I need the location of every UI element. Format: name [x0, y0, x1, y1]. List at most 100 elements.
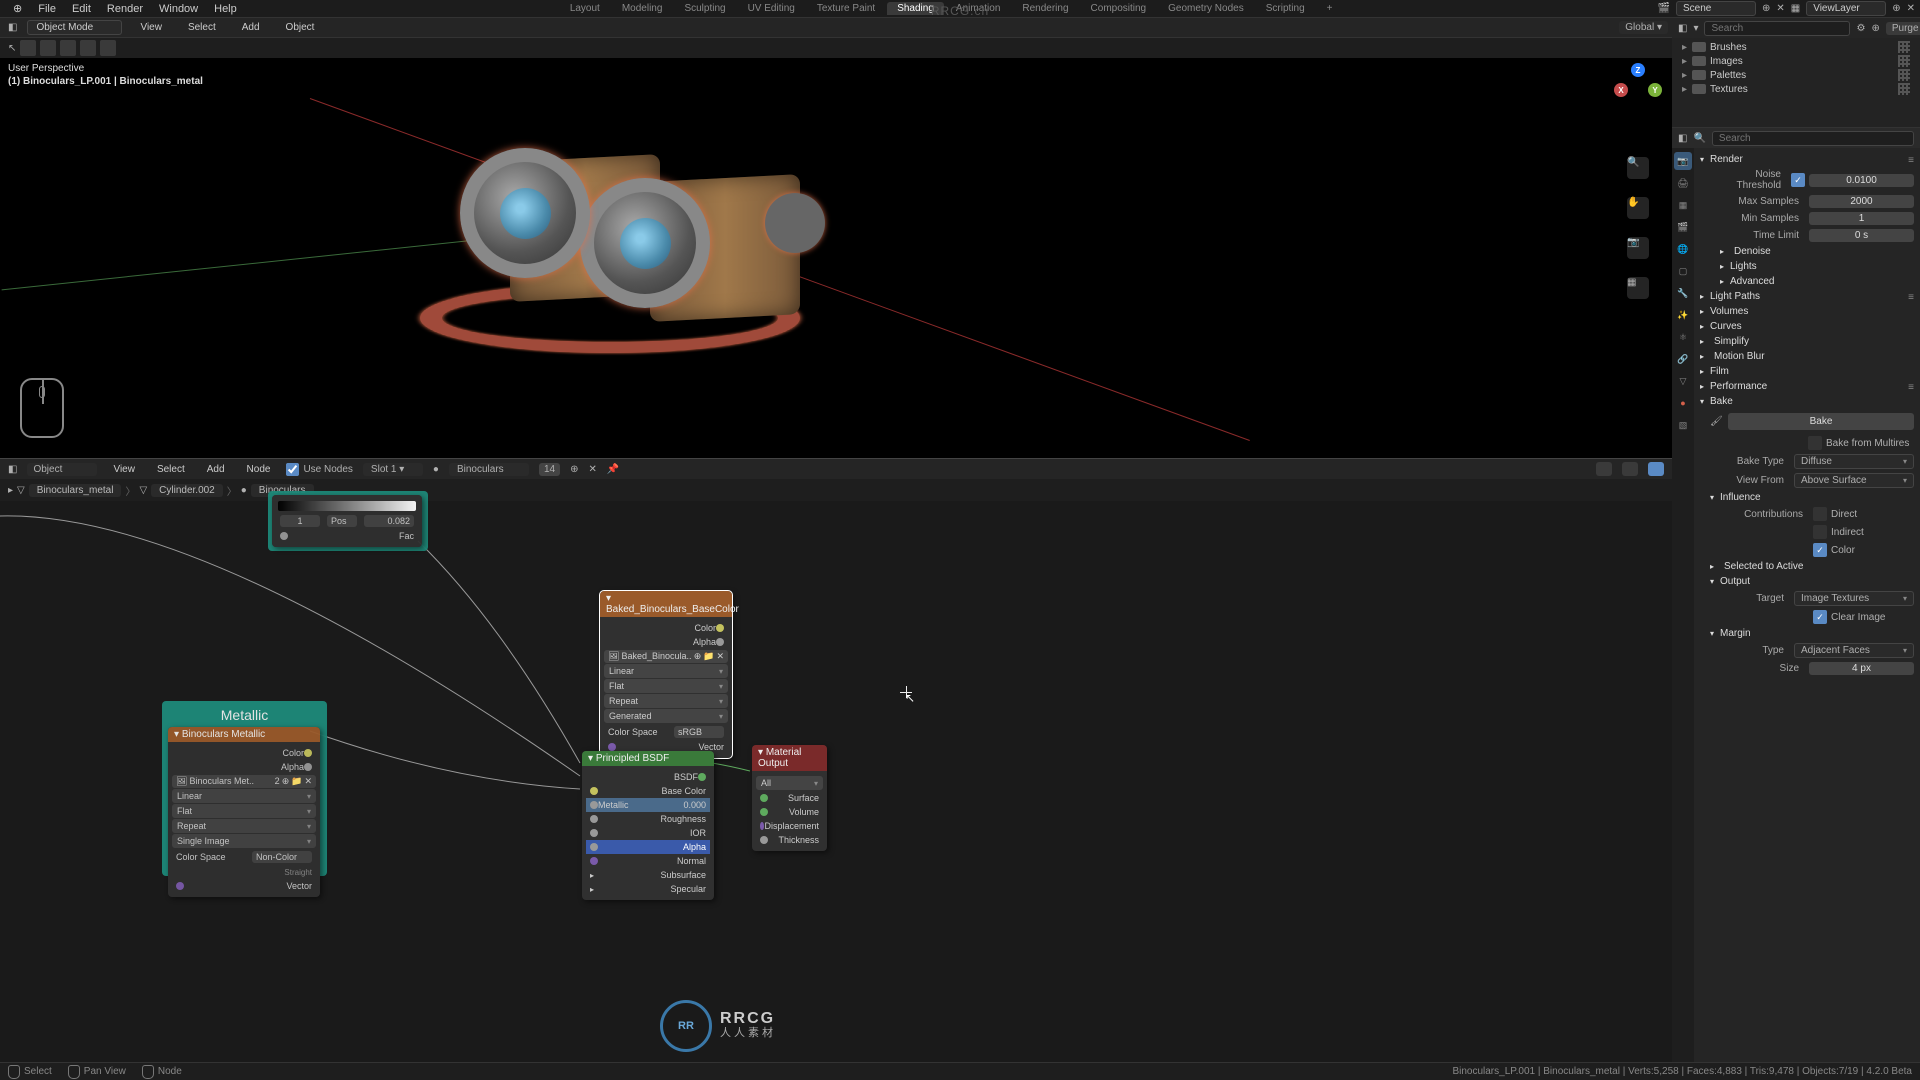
node-data-type[interactable]: Object	[27, 463, 97, 476]
node-add[interactable]: Add	[201, 464, 231, 475]
target-dropdown[interactable]: Image Textures▾	[1794, 591, 1914, 606]
backdrop-icon[interactable]	[1648, 462, 1664, 476]
tool-btn-2[interactable]	[40, 40, 56, 56]
output-tab-icon[interactable]: 🖨	[1674, 174, 1692, 192]
purge-button[interactable]: Purge	[1886, 22, 1920, 35]
properties-type-icon[interactable]: ◧	[1678, 133, 1687, 144]
properties-content[interactable]: ▾Render≡ Noise Threshold✓0.0100 Max Samp…	[1694, 148, 1920, 1062]
bake-type-dropdown[interactable]: Diffuse▾	[1794, 454, 1914, 469]
margin-subpanel[interactable]: ▾Margin	[1710, 626, 1914, 641]
tab-animation[interactable]: Animation	[946, 2, 1010, 15]
margin-type-dropdown[interactable]: Adjacent Faces▾	[1794, 643, 1914, 658]
particle-tab-icon[interactable]: ✨	[1674, 306, 1692, 324]
constraint-tab-icon[interactable]: 🔗	[1674, 350, 1692, 368]
pin-icon[interactable]: 📌	[607, 464, 619, 475]
tab-modeling[interactable]: Modeling	[612, 2, 673, 15]
node-editor-type-icon[interactable]: ◧	[8, 464, 17, 475]
new-viewlayer-icon[interactable]: ⊕	[1892, 3, 1900, 14]
volumes-panel[interactable]: ▸Volumes	[1700, 304, 1914, 319]
metallic-frame[interactable]: Metallic ▾ Binoculars Metallic Color Alp…	[162, 701, 327, 876]
render-panel-header[interactable]: ▾Render≡	[1700, 152, 1914, 167]
viewlayer-field[interactable]: ViewLayer	[1806, 1, 1886, 16]
viewlayer-tab-icon[interactable]: ▦	[1674, 196, 1692, 214]
simplify-panel[interactable]: ▸Simplify	[1700, 334, 1914, 349]
node-select[interactable]: Select	[151, 464, 191, 475]
tab-compositing[interactable]: Compositing	[1081, 2, 1157, 15]
principled-bsdf-node[interactable]: ▾ Principled BSDF BSDF Base Color Metall…	[582, 751, 714, 900]
properties-search[interactable]	[1712, 131, 1914, 146]
tool-btn-5[interactable]	[100, 40, 116, 56]
curves-panel[interactable]: ▸Curves	[1700, 319, 1914, 334]
outliner-item-images[interactable]: ▸Images	[1678, 54, 1914, 68]
material-slot[interactable]: Slot 1 ▾	[363, 463, 423, 476]
tab-sculpting[interactable]: Sculpting	[674, 2, 735, 15]
outliner[interactable]: ▸Brushes ▸Images ▸Palettes ▸Textures	[1672, 38, 1920, 128]
crumb-object[interactable]: Binoculars_metal	[29, 484, 122, 497]
zoom-icon[interactable]: 🔍	[1627, 157, 1649, 179]
output-subpanel[interactable]: ▾Output	[1710, 574, 1914, 589]
max-samples-val[interactable]: 2000	[1809, 195, 1914, 208]
outliner-type-icon[interactable]: ◧	[1678, 23, 1687, 34]
film-panel[interactable]: ▸Film	[1700, 364, 1914, 379]
blender-icon[interactable]: ⊕	[5, 2, 30, 15]
editor-type-icon[interactable]: ◧	[8, 22, 17, 33]
sel-to-active-subpanel[interactable]: ▸Selected to Active	[1710, 559, 1914, 574]
tab-texpaint[interactable]: Texture Paint	[807, 2, 885, 15]
menu-help[interactable]: Help	[206, 3, 245, 15]
noise-thresh-val[interactable]: 0.0100	[1809, 174, 1914, 187]
lightpaths-panel[interactable]: ▸Light Paths≡	[1700, 289, 1914, 304]
scene-field[interactable]: Scene	[1676, 1, 1756, 16]
axis-z-icon[interactable]: Z	[1631, 63, 1645, 77]
tool-btn-1[interactable]	[20, 40, 36, 56]
tab-layout[interactable]: Layout	[560, 2, 610, 15]
viewport-3d[interactable]: User Perspective (1) Binoculars_LP.001 |…	[0, 58, 1672, 458]
pan-icon[interactable]: ✋	[1627, 197, 1649, 219]
colorramp-frame[interactable]: 1Pos0.082 Fac	[268, 491, 428, 551]
v3d-object[interactable]: Object	[278, 22, 323, 33]
tab-geonodes[interactable]: Geometry Nodes	[1158, 2, 1254, 15]
advanced-panel[interactable]: ▸Advanced	[1710, 274, 1914, 289]
use-nodes-checkbox[interactable]: Use Nodes	[286, 463, 352, 476]
v3d-add[interactable]: Add	[234, 22, 268, 33]
material-users[interactable]: 14	[539, 463, 560, 476]
bake-button[interactable]: Bake	[1728, 413, 1914, 430]
axis-y-icon[interactable]: Y	[1648, 83, 1662, 97]
remove-viewlayer-icon[interactable]: ✕	[1907, 3, 1915, 14]
modifier-tab-icon[interactable]: 🔧	[1674, 284, 1692, 302]
v3d-view[interactable]: View	[132, 22, 170, 33]
indirect-check[interactable]	[1813, 525, 1827, 539]
tab-rendering[interactable]: Rendering	[1012, 2, 1078, 15]
object-tab-icon[interactable]: ▢	[1674, 262, 1692, 280]
denoise-panel[interactable]: ▸Denoise	[1710, 244, 1914, 259]
axis-x-icon[interactable]: X	[1614, 83, 1628, 97]
material-output-node[interactable]: ▾ Material Output All▾ Surface Volume Di…	[752, 745, 827, 851]
direct-check[interactable]	[1813, 507, 1827, 521]
material-tab-icon[interactable]: ●	[1674, 394, 1692, 412]
render-tab-icon[interactable]: 📷	[1674, 152, 1692, 170]
clear-image-check[interactable]: ✓	[1813, 610, 1827, 624]
crumb-mesh[interactable]: Cylinder.002	[151, 484, 223, 497]
node-canvas[interactable]: 1Pos0.082 Fac Metallic ▾ Binoculars Meta…	[0, 501, 1672, 1062]
new-scene-icon[interactable]: ⊕	[1762, 3, 1770, 14]
menu-window[interactable]: Window	[151, 3, 206, 15]
physics-tab-icon[interactable]: ⚛	[1674, 328, 1692, 346]
outliner-item-textures[interactable]: ▸Textures	[1678, 82, 1914, 96]
image-texture-basecolor-node[interactable]: ▾ Baked_Binoculars_BaseColor Color Alpha…	[600, 591, 732, 758]
margin-size-val[interactable]: 4 px	[1809, 662, 1914, 675]
nav-gizmo[interactable]: Z Y X	[1614, 63, 1662, 111]
tab-uv[interactable]: UV Editing	[738, 2, 805, 15]
bake-panel[interactable]: ▾Bake	[1700, 394, 1914, 409]
tool-btn-3[interactable]	[60, 40, 76, 56]
performance-panel[interactable]: ▸Performance≡	[1700, 379, 1914, 394]
outliner-search[interactable]	[1704, 21, 1850, 36]
transform-orient[interactable]: Global ▾	[1619, 21, 1668, 34]
menu-file[interactable]: File	[30, 3, 64, 15]
display-mode-icon[interactable]: ▾	[1693, 23, 1698, 34]
mesh-tab-icon[interactable]: ▽	[1674, 372, 1692, 390]
node-editor[interactable]: ◧ Object View Select Add Node Use Nodes …	[0, 458, 1672, 1062]
motionblur-panel[interactable]: ▸Motion Blur	[1700, 349, 1914, 364]
menu-edit[interactable]: Edit	[64, 3, 99, 15]
tab-add[interactable]: +	[1317, 2, 1343, 15]
min-samples-val[interactable]: 1	[1809, 212, 1914, 225]
filter-icon[interactable]: ⚙	[1856, 23, 1865, 34]
